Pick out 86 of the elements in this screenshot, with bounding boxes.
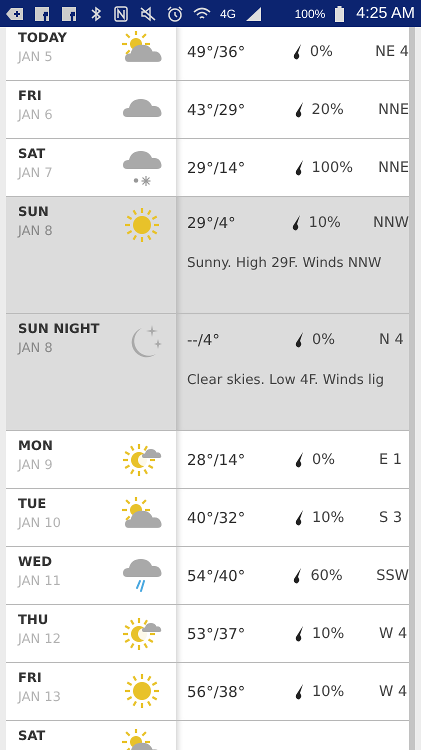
forecast-date: JAN 13 xyxy=(18,690,61,705)
battery-percent: 100% xyxy=(294,6,326,20)
raindrop-icon xyxy=(293,568,302,584)
precip-chance: 100% xyxy=(312,160,353,176)
precip-chance: 10% xyxy=(312,510,344,526)
forecast-row[interactable]: TUE JAN 10 40°/32° 10% S 3 xyxy=(6,489,409,547)
forecast-row[interactable]: THU JAN 12 53°/37° 10% W 4 xyxy=(6,605,409,663)
wind: W 4 xyxy=(379,684,408,700)
alarm-icon xyxy=(166,6,184,22)
signal-icon xyxy=(245,6,264,22)
wind: NE 4 xyxy=(375,44,409,60)
precip-chance: 60% xyxy=(310,568,343,584)
forecast-date: JAN 6 xyxy=(18,108,53,123)
precip-chance: 10% xyxy=(312,626,344,642)
forecast-row[interactable]: FRI JAN 13 56°/38° 10% W 4 xyxy=(6,663,409,721)
day-name: SUN xyxy=(18,205,49,220)
forecast-description: Clear skies. Low 4F. Winds lig xyxy=(187,371,386,388)
day-name: TUE xyxy=(18,497,46,512)
forecast-row[interactable]: TODAY JAN 5 49°/36° 0% NE 4 xyxy=(6,27,409,81)
raindrop-icon xyxy=(295,626,304,642)
day-name: THU xyxy=(18,613,48,628)
temperature: 53°/37° xyxy=(187,624,246,642)
wind: NNW xyxy=(372,215,409,231)
temperature: 49°/36° xyxy=(187,42,246,60)
forecast-date: JAN 9 xyxy=(18,458,53,473)
wind: S 3 xyxy=(379,510,402,526)
raindrop-icon xyxy=(292,215,301,231)
day-name: FRI xyxy=(18,89,42,104)
temperature: 29°/4° xyxy=(187,214,237,232)
precip-chance: 0% xyxy=(310,44,333,60)
battery-icon xyxy=(334,6,346,22)
raindrop-icon xyxy=(294,160,304,176)
wind: N 4 xyxy=(379,332,404,348)
precip-chance: 0% xyxy=(312,332,336,348)
social-app-icon xyxy=(33,6,51,22)
forecast-row[interactable]: SAT JAN 7 29°/14° 100% NNE xyxy=(6,139,409,197)
forecast-date: JAN 11 xyxy=(18,574,61,589)
wind: W 4 xyxy=(379,626,408,642)
temperature: --/4° xyxy=(187,331,221,349)
day-name: SAT xyxy=(18,729,46,744)
wind: NNE xyxy=(378,160,409,176)
forecast-row[interactable]: SUN JAN 8 29°/4° 10% NNW Sunny. High 29F. Winds NNW xyxy=(6,197,409,314)
precip-chance: 20% xyxy=(312,102,344,118)
wifi-icon xyxy=(193,6,211,22)
temperature: 54°/40° xyxy=(187,566,246,584)
raindrop-icon xyxy=(295,510,304,526)
tag-plus-icon xyxy=(6,6,24,22)
forecast-date: JAN 8 xyxy=(18,224,53,239)
forecast-date: JAN 5 xyxy=(18,50,53,65)
temperature: 43°/29° xyxy=(187,100,246,118)
temperature: 29°/14° xyxy=(187,158,246,176)
day-name: SUN NIGHT xyxy=(18,322,100,337)
clock-time: 4:25 AM xyxy=(356,4,415,22)
forecast-description: Sunny. High 29F. Winds NNW xyxy=(187,254,382,271)
forecast-row[interactable]: WED JAN 11 54°/40° 60% SSW xyxy=(6,547,409,605)
precip-chance: 10% xyxy=(308,215,341,231)
wind: NNE xyxy=(378,102,409,118)
day-name: SAT xyxy=(18,147,46,162)
nfc-icon xyxy=(112,6,130,22)
raindrop-icon xyxy=(295,684,304,700)
raindrop-icon xyxy=(294,102,304,118)
network-type: 4G xyxy=(220,6,236,20)
day-name: WED xyxy=(18,555,52,570)
day-name: MON xyxy=(18,439,53,454)
forecast-row[interactable]: SUN NIGHT JAN 8 --/4° 0% N 4 Clear skies. Low 4F. Winds lig xyxy=(6,314,409,431)
forecast-date: JAN 12 xyxy=(18,632,61,647)
wind: E 1 xyxy=(379,452,402,468)
forecast-row[interactable]: MON JAN 9 28°/14° 0% E 1 xyxy=(6,431,409,489)
temperature: 56°/38° xyxy=(187,682,246,700)
mute-icon xyxy=(139,6,157,22)
raindrop-icon xyxy=(295,452,304,468)
temperature: 40°/32° xyxy=(187,508,246,526)
wind: SSW xyxy=(376,568,409,584)
raindrop-icon xyxy=(292,44,302,60)
forecast-date: JAN 10 xyxy=(18,516,61,531)
day-name: TODAY xyxy=(18,31,67,46)
precip-chance: 10% xyxy=(312,684,344,700)
forecast-date: JAN 7 xyxy=(18,166,53,181)
forecast-date: JAN 8 xyxy=(18,341,53,356)
precip-chance: 0% xyxy=(312,452,336,468)
forecast-row[interactable]: FRI JAN 6 43°/29° 20% NNE xyxy=(6,81,409,139)
social-app-icon xyxy=(60,6,78,22)
temperature: 28°/14° xyxy=(187,450,246,468)
raindrop-icon xyxy=(295,332,304,348)
forecast-row[interactable]: SAT xyxy=(6,721,409,750)
day-name: FRI xyxy=(18,671,42,686)
